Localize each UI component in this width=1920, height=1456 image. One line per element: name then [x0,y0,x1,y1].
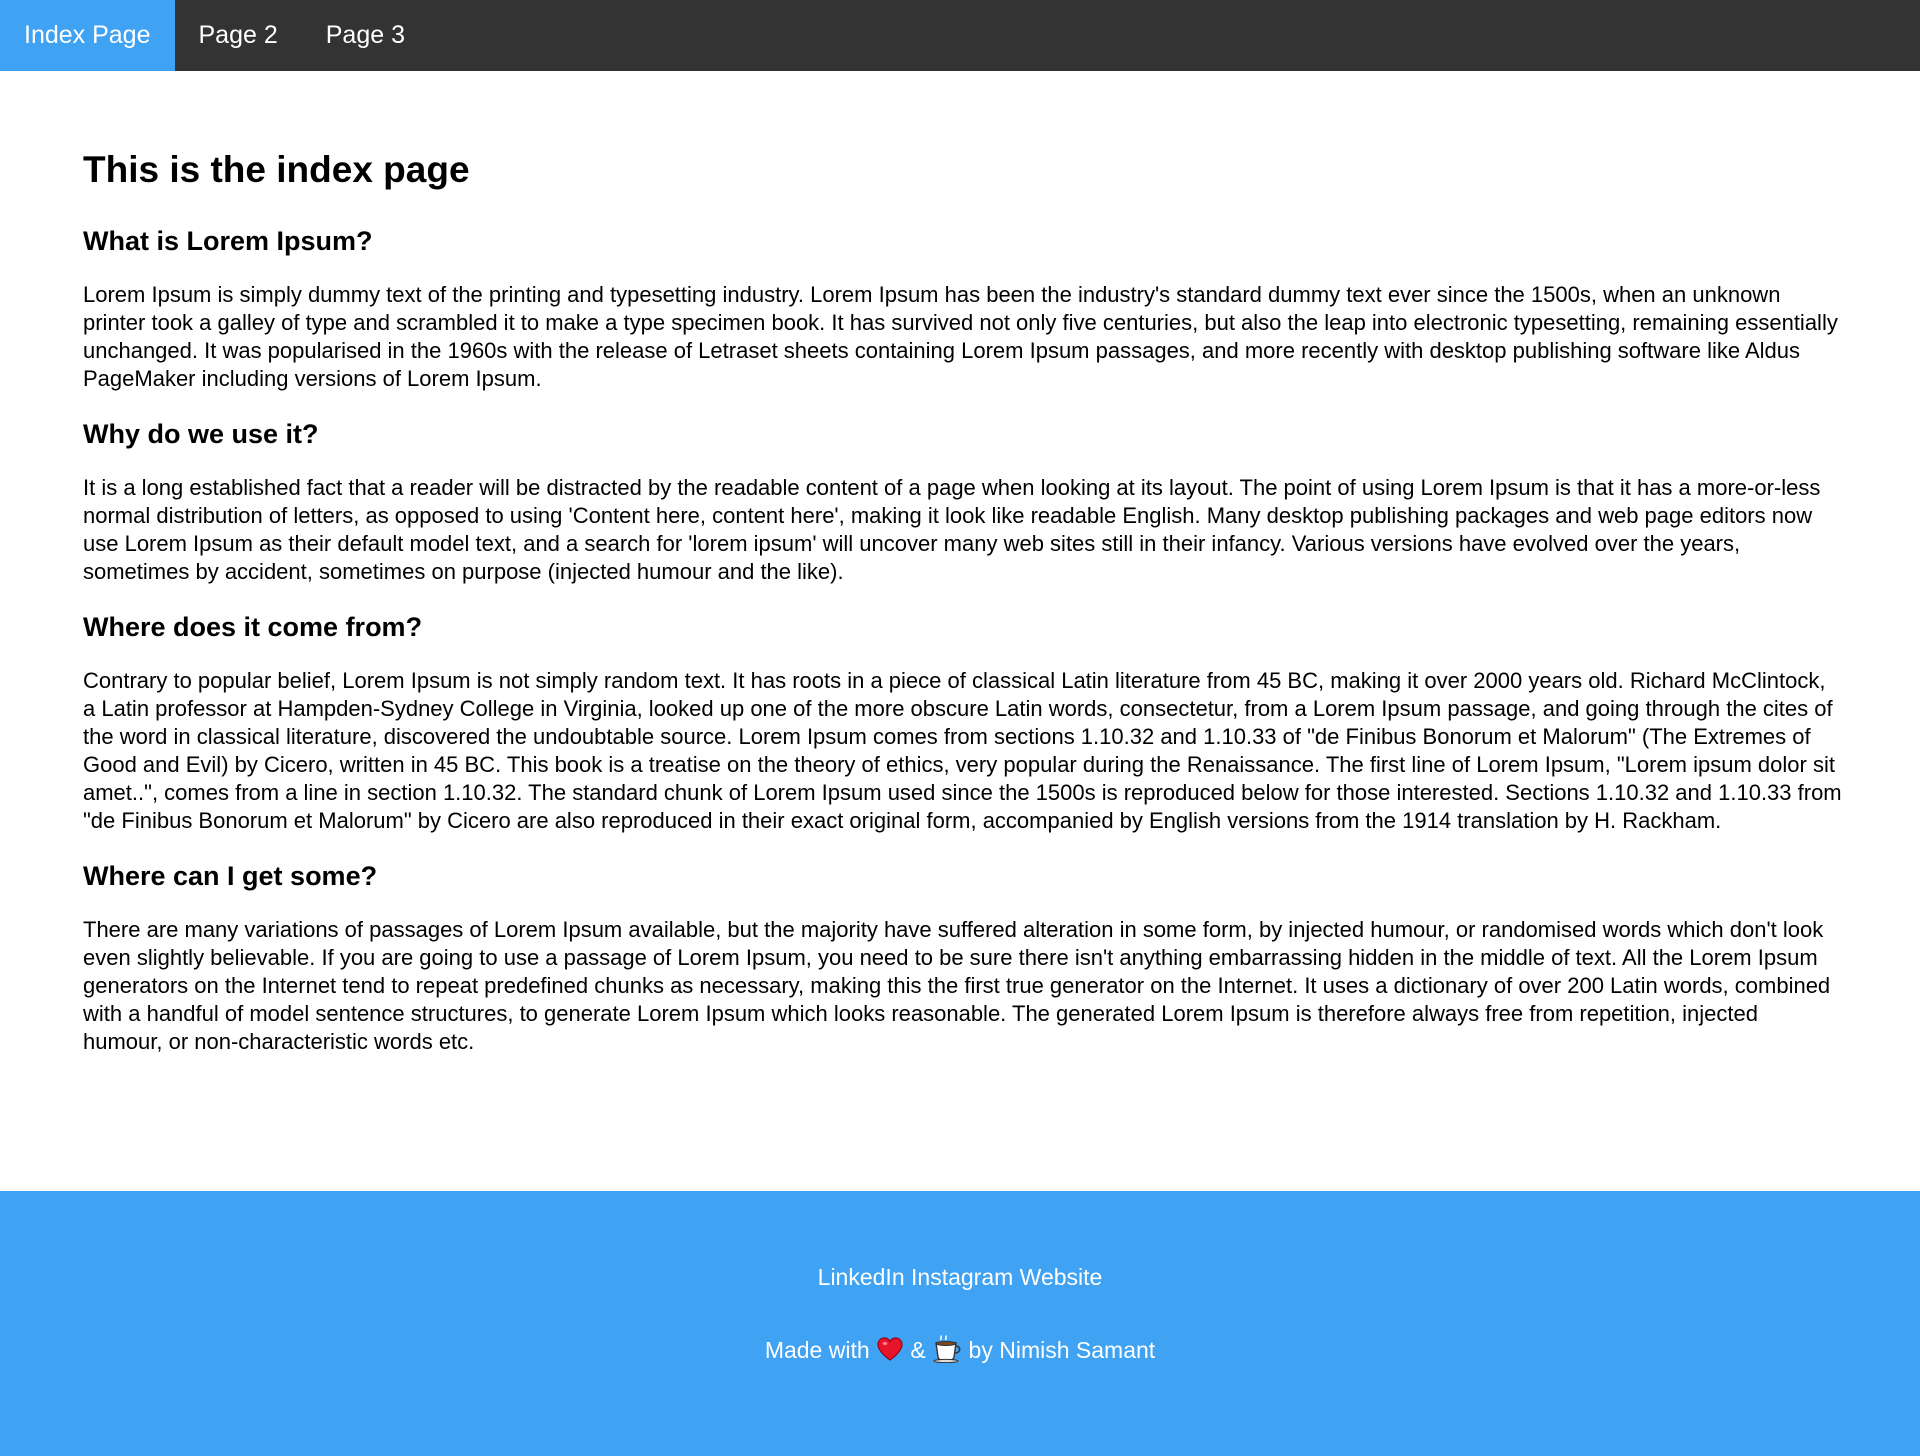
section-paragraph: It is a long established fact that a rea… [83,475,1821,584]
footer-link-linkedin[interactable]: LinkedIn [818,1264,905,1290]
page-title: This is the index page [83,149,470,190]
footer-link-instagram[interactable]: Instagram [911,1264,1013,1290]
section-heading: Why do we use it? [83,419,319,449]
top-nav: Index Page Page 2 Page 3 [0,0,1920,71]
section-heading: Where can I get some? [83,861,378,891]
footer-link-website[interactable]: Website [1020,1264,1103,1290]
section-heading: What is Lorem Ipsum? [83,226,373,256]
footer: LinkedIn Instagram Website Made with & b… [0,1191,1920,1456]
main-content: What is Lorem Ipsum? Lorem Ipsum is simp… [83,210,1843,1080]
section-what-is-lorem-ipsum: What is Lorem Ipsum? Lorem Ipsum is simp… [83,224,1843,393]
section-where-can-i-get-some: Where can I get some? There are many var… [83,859,1843,1056]
section-where-does-it-come-from: Where does it come from? Contrary to pop… [83,610,1843,835]
credit-prefix: Made with [764,1337,870,1364]
section-why-do-we-use-it: Why do we use it? It is a long establish… [83,417,1843,586]
section-paragraph: There are many variations of passages of… [83,917,1831,1054]
footer-links: LinkedIn Instagram Website [0,1264,1920,1291]
nav-item-page-3[interactable]: Page 3 [302,0,429,71]
nav-item-index-page[interactable]: Index Page [0,0,175,71]
heart-icon [876,1336,904,1368]
credit-ampersand: & [910,1337,926,1364]
section-paragraph: Contrary to popular belief, Lorem Ipsum … [83,668,1842,833]
nav-item-page-2[interactable]: Page 2 [175,0,302,71]
section-heading: Where does it come from? [83,612,423,642]
credit-suffix: by Nimish Samant [968,1337,1156,1364]
section-paragraph: Lorem Ipsum is simply dummy text of the … [83,282,1838,391]
coffee-icon [932,1335,962,1369]
footer-credit: Made with & by Nimish Samant [0,1335,1920,1369]
